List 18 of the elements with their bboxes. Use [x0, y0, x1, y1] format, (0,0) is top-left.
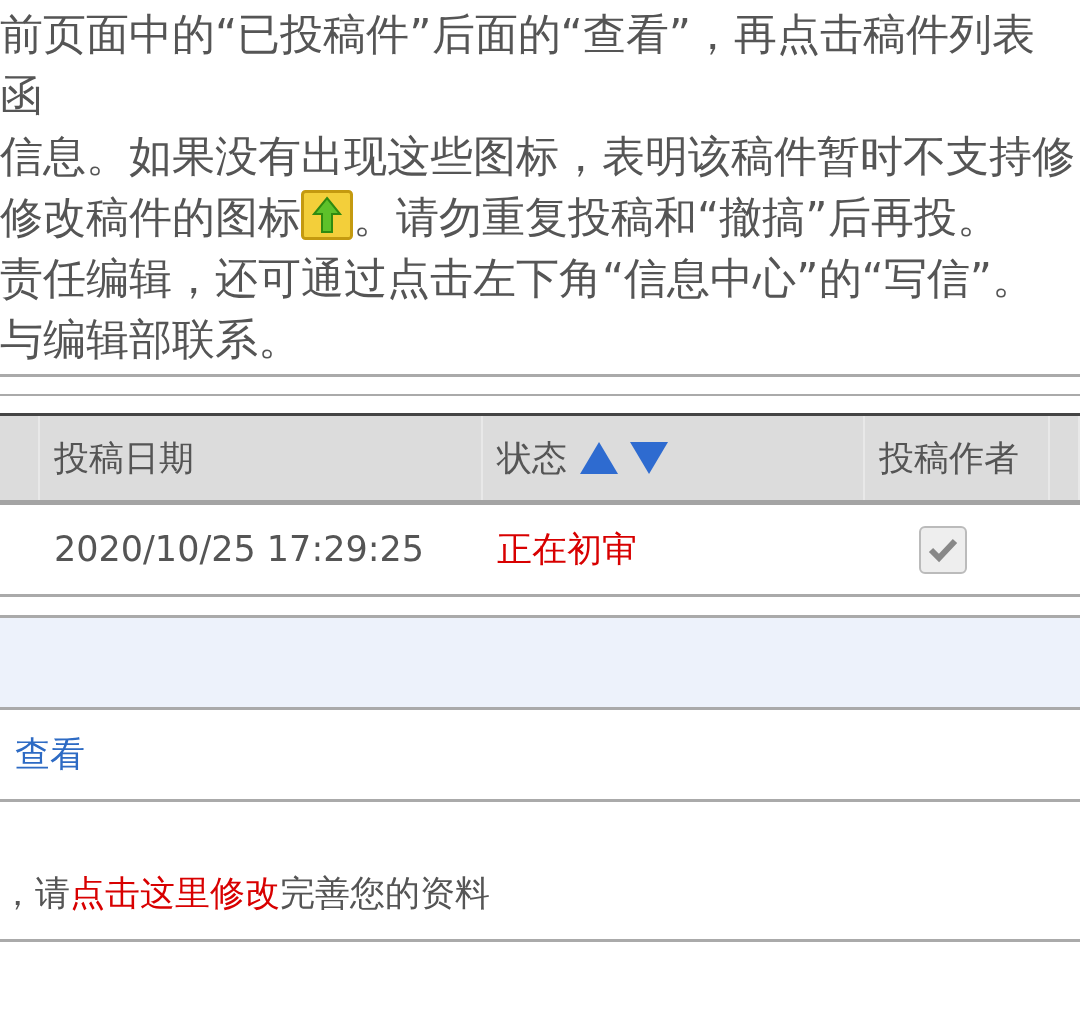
instruction-text: 与编辑部联系。 — [0, 314, 301, 364]
instruction-text: 。请勿重复投稿和“撤搞”后再投。 — [353, 192, 1000, 242]
instruction-text: 责任编辑，还可通过点击左下角“信息中心”的“写信”。 — [0, 253, 1036, 303]
sort-ascending-icon[interactable] — [579, 441, 619, 475]
status-cell-text: 正在初审 — [497, 528, 637, 572]
edit-profile-link[interactable]: 点击这里修改 — [70, 872, 280, 913]
notice-text: ，请点击这里修改完善您的资料 — [0, 871, 490, 915]
column-header[interactable]: 状态 — [483, 416, 865, 500]
instruction-text: 信息。如果没有出现这些图标，表明该稿件暂时不支持修 — [0, 131, 1075, 181]
date-cell-text: 2020/10/25 17:29:25 — [54, 528, 425, 572]
column-header: 投稿作者 — [865, 416, 1050, 500]
instruction-text: 前页面中的“已投稿件”后面的“查看”，再点击稿件列表 — [0, 9, 1036, 59]
checkmark-icon — [928, 536, 958, 563]
instruction-text: 函 — [0, 70, 43, 120]
view-link[interactable]: 查看 — [15, 728, 85, 781]
instruction-text: 修改稿件的图标 — [0, 192, 301, 242]
column-header: 投稿日期 — [40, 416, 483, 500]
sort-descending-icon[interactable] — [629, 441, 669, 475]
